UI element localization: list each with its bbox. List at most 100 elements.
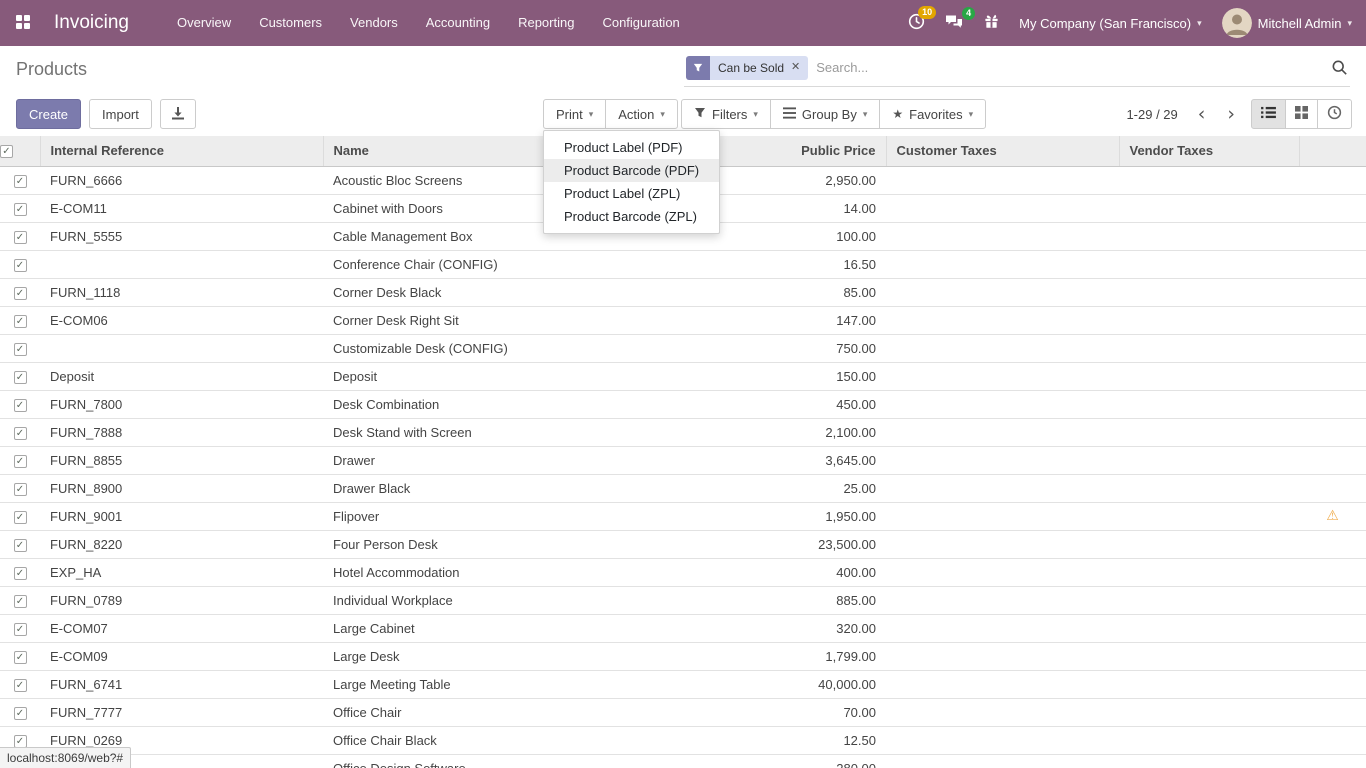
print-menu-item[interactable]: Product Label (PDF) [544,136,719,159]
table-row[interactable]: ✓Office Design Software280.00 [0,754,1366,768]
facet-remove-icon[interactable]: ✕ [791,62,800,73]
row-checkbox[interactable]: ✓ [14,343,27,356]
cell-name: Large Cabinet [323,614,653,642]
cell-internal-reference: FURN_7888 [40,418,323,446]
table-row[interactable]: ✓FURN_1118Corner Desk Black85.00 [0,278,1366,306]
cell-vendor-taxes [1119,362,1299,390]
create-button[interactable]: Create [16,99,81,129]
nav-menu-reporting[interactable]: Reporting [504,0,588,46]
table-row[interactable]: ✓FURN_7888Desk Stand with Screen2,100.00 [0,418,1366,446]
table-row[interactable]: ✓FURN_6741Large Meeting Table40,000.00 [0,670,1366,698]
company-switcher[interactable]: My Company (San Francisco) ▾ [1019,16,1201,31]
nav-menu-configuration[interactable]: Configuration [588,0,693,46]
column-vendor-taxes[interactable]: Vendor Taxes [1119,136,1299,166]
cell-customer-taxes [886,222,1119,250]
row-checkbox[interactable]: ✓ [14,651,27,664]
chevron-down-icon: ▾ [589,109,594,120]
table-row[interactable]: ✓FURN_9001Flipover1,950.00⚠ [0,502,1366,530]
cell-customer-taxes [886,558,1119,586]
row-checkbox[interactable]: ✓ [14,427,27,440]
cell-name: Hotel Accommodation [323,558,653,586]
table-row[interactable]: ✓EXP_HAHotel Accommodation400.00 [0,558,1366,586]
apps-menu-button[interactable] [0,0,46,46]
row-checkbox[interactable]: ✓ [14,231,27,244]
cell-name: Corner Desk Right Sit [323,306,653,334]
chevron-down-icon: ▾ [660,109,665,120]
print-menu-item[interactable]: Product Barcode (ZPL) [544,205,719,228]
user-menu[interactable]: Mitchell Admin ▾ [1222,8,1352,38]
row-checkbox[interactable]: ✓ [14,315,27,328]
table-row[interactable]: ✓FURN_0269Office Chair Black12.50 [0,726,1366,754]
table-row[interactable]: ✓E-COM07Large Cabinet320.00 [0,614,1366,642]
search-facet[interactable]: Can be Sold ✕ [686,56,808,80]
action-button[interactable]: Action▾ [605,99,678,129]
nav-menu-customers[interactable]: Customers [245,0,336,46]
nav-menu-overview[interactable]: Overview [163,0,245,46]
row-checkbox[interactable]: ✓ [14,455,27,468]
activity-count-badge: 10 [918,6,936,19]
cell-public-price: 70.00 [653,698,886,726]
print-button[interactable]: Print▾ [543,99,606,129]
row-checkbox[interactable]: ✓ [14,287,27,300]
table-row[interactable]: ✓DepositDeposit150.00 [0,362,1366,390]
row-checkbox[interactable]: ✓ [14,735,27,748]
cell-customer-taxes [886,194,1119,222]
view-switcher-kanban[interactable] [1285,99,1318,129]
row-checkbox[interactable]: ✓ [14,371,27,384]
row-checkbox[interactable]: ✓ [14,511,27,524]
pager-next-button[interactable]: › [1221,105,1241,124]
row-checkbox[interactable]: ✓ [14,399,27,412]
app-title[interactable]: Invoicing [54,12,129,34]
favorites-button[interactable]: ★ Favorites▾ [879,99,986,129]
table-row[interactable]: ✓FURN_8900Drawer Black25.00 [0,474,1366,502]
cell-vendor-taxes [1119,334,1299,362]
row-checkbox[interactable]: ✓ [14,595,27,608]
export-button[interactable] [160,99,196,129]
table-row[interactable]: ✓FURN_8220Four Person Desk23,500.00 [0,530,1366,558]
products-table-body: ✓FURN_6666Acoustic Bloc Screens2,950.00✓… [0,166,1366,768]
cell-internal-reference: FURN_7777 [40,698,323,726]
column-customer-taxes[interactable]: Customer Taxes [886,136,1119,166]
pager-previous-button[interactable]: ‹ [1192,105,1212,124]
row-checkbox[interactable]: ✓ [14,707,27,720]
group-by-button[interactable]: Group By▾ [770,99,880,129]
messages-button[interactable]: 4 [945,14,964,33]
filters-button[interactable]: Filters▾ [681,99,771,129]
cell-internal-reference: FURN_8900 [40,474,323,502]
select-all-checkbox[interactable]: ✓ [0,145,13,158]
row-checkbox[interactable]: ✓ [14,175,27,188]
view-switcher-activity[interactable] [1317,99,1352,129]
table-row[interactable]: ✓E-COM06Corner Desk Right Sit147.00 [0,306,1366,334]
table-row[interactable]: ✓FURN_7800Desk Combination450.00 [0,390,1366,418]
cell-public-price: 147.00 [653,306,886,334]
gift-button[interactable] [984,14,999,32]
cell-customer-taxes [886,278,1119,306]
row-checkbox[interactable]: ✓ [14,679,27,692]
row-checkbox[interactable]: ✓ [14,567,27,580]
cell-customer-taxes [886,614,1119,642]
activities-button[interactable]: 10 [908,13,925,33]
search-input[interactable] [816,60,1323,75]
column-internal-reference[interactable]: Internal Reference [40,136,323,166]
table-row[interactable]: ✓FURN_8855Drawer3,645.00 [0,446,1366,474]
view-switcher-list[interactable] [1251,99,1286,129]
row-checkbox[interactable]: ✓ [14,203,27,216]
print-menu-item[interactable]: Product Barcode (PDF) [544,159,719,182]
nav-menu-accounting[interactable]: Accounting [412,0,504,46]
nav-menu-vendors[interactable]: Vendors [336,0,412,46]
table-row[interactable]: ✓E-COM09Large Desk1,799.00 [0,642,1366,670]
row-checkbox[interactable]: ✓ [14,623,27,636]
table-row[interactable]: ✓Customizable Desk (CONFIG)750.00 [0,334,1366,362]
row-checkbox[interactable]: ✓ [14,539,27,552]
search-icon[interactable] [1331,59,1348,76]
table-row[interactable]: ✓FURN_7777Office Chair70.00 [0,698,1366,726]
print-dropdown-menu: Product Label (PDF)Product Barcode (PDF)… [543,130,720,234]
import-button[interactable]: Import [89,99,152,129]
row-checkbox[interactable]: ✓ [14,483,27,496]
table-row[interactable]: ✓Conference Chair (CONFIG)16.50 [0,250,1366,278]
table-row[interactable]: ✓FURN_0789Individual Workplace885.00 [0,586,1366,614]
cell-customer-taxes [886,362,1119,390]
cell-customer-taxes [886,474,1119,502]
row-checkbox[interactable]: ✓ [14,259,27,272]
print-menu-item[interactable]: Product Label (ZPL) [544,182,719,205]
